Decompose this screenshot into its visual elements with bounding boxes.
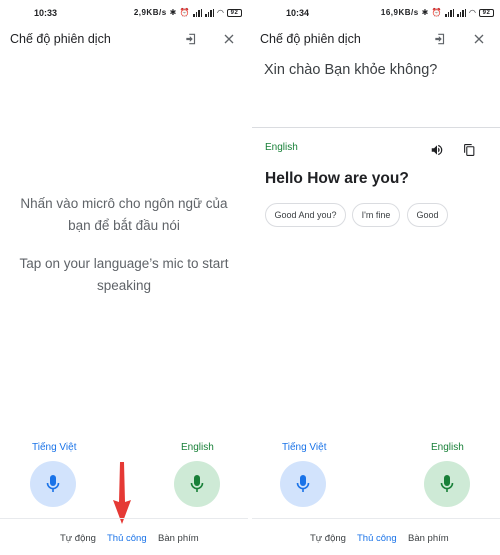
arrow-down-icon <box>113 462 131 524</box>
status-time: 10:33 <box>34 8 58 18</box>
bluetooth-icon: ✱ <box>421 8 429 17</box>
network-speed: 16,9KB/s <box>380 8 419 17</box>
alarm-icon: ⏰ <box>431 8 443 17</box>
bottom-nav: Tự động Thủ công Bàn phím <box>0 518 248 555</box>
mic-icon <box>440 475 454 492</box>
mic-icon <box>190 475 204 492</box>
tab-auto[interactable]: Tự động <box>60 533 96 544</box>
language-label-english: English <box>431 442 464 453</box>
bottom-nav: Tự động Thủ công Bàn phím <box>252 518 500 555</box>
speaker-icon[interactable] <box>430 143 446 159</box>
bluetooth-icon: ✱ <box>169 8 177 17</box>
app-bar: Chế độ phiên dịch <box>252 28 500 50</box>
mic-button-english[interactable] <box>174 461 220 507</box>
hint-vietnamese: Nhấn vào micrô cho ngôn ngữ của bạn để b… <box>0 193 248 237</box>
target-language-label: English <box>265 142 298 153</box>
mic-icon <box>296 475 310 492</box>
page-title: Chế độ phiên dịch <box>10 32 111 46</box>
tab-auto[interactable]: Tự động <box>310 533 346 544</box>
screen-right: 10:34 16,9KB/s ✱ ⏰ ◠ 92 Chế độ phiên dịc… <box>252 0 500 555</box>
status-bar: 10:34 16,9KB/s ✱ ⏰ ◠ 92 <box>252 0 500 26</box>
network-speed: 2,9KB/s <box>133 8 167 17</box>
close-icon[interactable] <box>220 30 238 48</box>
language-label-vietnamese: Tiếng Việt <box>282 442 327 453</box>
tab-keyboard[interactable]: Bàn phím <box>408 533 449 544</box>
close-icon[interactable] <box>470 30 488 48</box>
signal-icon <box>205 8 215 17</box>
hint-line: Nhấn vào micrô cho ngôn ngữ của <box>20 196 228 211</box>
source-text: Xin chào Bạn khỏe không? <box>264 62 438 78</box>
language-label-vietnamese: Tiếng Việt <box>32 442 77 453</box>
hint-line: bạn để bắt đầu nói <box>68 218 180 233</box>
suggestion-chip[interactable]: Good And you? <box>265 203 346 227</box>
hint-english: Tap on your language’s mic to start spea… <box>0 253 248 297</box>
suggestion-chip[interactable]: Good <box>407 203 448 227</box>
tab-manual[interactable]: Thủ công <box>357 533 397 544</box>
status-time: 10:34 <box>286 8 310 18</box>
suggestion-chip[interactable]: I'm fine <box>352 203 400 227</box>
wifi-icon: ◠ <box>469 8 476 17</box>
mic-button-vietnamese[interactable] <box>30 461 76 507</box>
tab-manual[interactable]: Thủ công <box>107 533 147 544</box>
translated-text: Hello How are you? <box>265 170 409 187</box>
language-label-english: English <box>181 442 214 453</box>
exit-fullscreen-icon[interactable] <box>182 30 200 48</box>
mic-icon <box>46 475 60 492</box>
mic-button-english[interactable] <box>424 461 470 507</box>
mic-button-vietnamese[interactable] <box>280 461 326 507</box>
battery-icon: 92 <box>227 8 242 17</box>
battery-icon: 92 <box>479 8 494 17</box>
status-icons: 16,9KB/s ✱ ⏰ ◠ 92 <box>381 8 494 17</box>
hint-line: Tap on your language’s mic to start <box>19 256 229 271</box>
signal-icon <box>457 8 467 17</box>
wifi-icon: ◠ <box>217 8 224 17</box>
app-bar: Chế độ phiên dịch <box>0 28 248 50</box>
signal-icon <box>193 8 203 17</box>
copy-icon[interactable] <box>463 143 479 159</box>
page-title: Chế độ phiên dịch <box>260 32 361 46</box>
status-bar: 10:33 2,9KB/s ✱ ⏰ ◠ 92 <box>0 0 248 26</box>
exit-fullscreen-icon[interactable] <box>431 30 449 48</box>
status-icons: 2,9KB/s ✱ ⏰ ◠ 92 <box>134 8 242 17</box>
screen-left: 10:33 2,9KB/s ✱ ⏰ ◠ 92 Chế độ phiên dịch… <box>0 0 248 555</box>
tab-keyboard[interactable]: Bàn phím <box>158 533 199 544</box>
alarm-icon: ⏰ <box>179 8 191 17</box>
hint-line: speaking <box>96 278 152 293</box>
signal-icon <box>445 8 455 17</box>
panel-divider <box>252 127 500 128</box>
